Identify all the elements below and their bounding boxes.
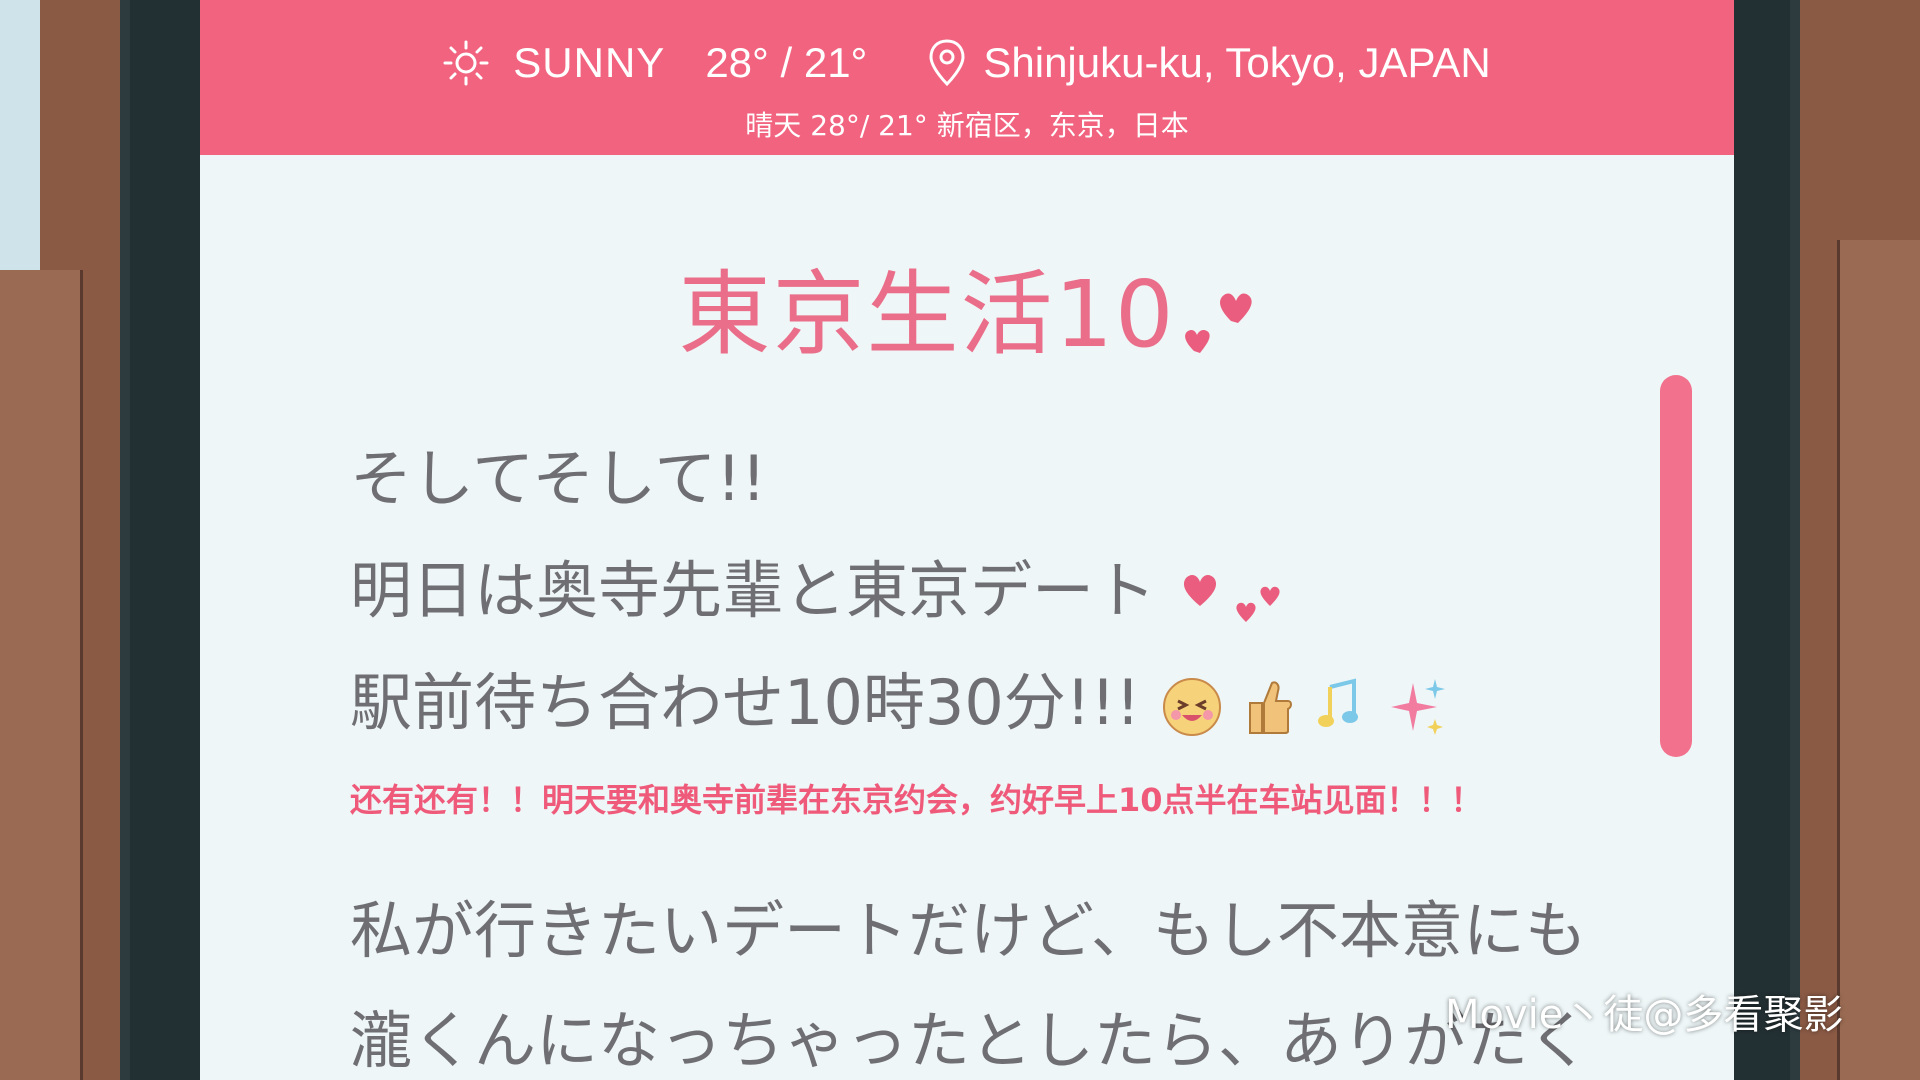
post-title-text: 東京生活10 xyxy=(678,261,1176,368)
post-line-2: 明日は奥寺先輩と東京デート xyxy=(350,540,1286,630)
post-line-3: 駅前待ち合わせ10時30分!!! xyxy=(350,652,1449,742)
post-line-2-text: 明日は奥寺先輩と東京デート xyxy=(350,554,1157,627)
right-hand xyxy=(1837,240,1920,1080)
scene: SUNNY 28° / 21° Shinjuku-ku, Tokyo, JAPA… xyxy=(0,0,1920,1080)
weather-condition: SUNNY xyxy=(513,39,666,86)
music-notes-icon xyxy=(1317,678,1358,727)
post-line-1: そしてそして!! xyxy=(350,442,767,515)
phone-screen[interactable]: SUNNY 28° / 21° Shinjuku-ku, Tokyo, JAPA… xyxy=(200,0,1734,1080)
sun-icon xyxy=(443,40,489,86)
post-line-5: 瀧くんになっちゃったとしたら、ありがたく xyxy=(350,1004,1591,1077)
weather-subtitle: 晴天 28°/ 21° 新宿区，东京，日本 xyxy=(745,109,1189,142)
post-line-4: 私が行きたいデートだけど、もし不本意にも xyxy=(350,894,1587,967)
laughing-face-icon xyxy=(1163,677,1222,736)
weather-temperature: 28° / 21° xyxy=(705,39,868,86)
weather-bar: SUNNY 28° / 21° Shinjuku-ku, Tokyo, JAPA… xyxy=(200,0,1734,155)
scrollbar[interactable] xyxy=(1660,375,1692,757)
thumbs-up-icon xyxy=(1248,681,1292,734)
map-pin-icon xyxy=(929,39,965,87)
weather-location: Shinjuku-ku, Tokyo, JAPAN xyxy=(983,39,1491,86)
post-line-3-text: 駅前待ち合わせ10時30分!!! xyxy=(350,666,1141,739)
weather-row: SUNNY 28° / 21° Shinjuku-ku, Tokyo, JAPA… xyxy=(200,28,1734,98)
credit-watermark: Movie丶徒@多看聚影 xyxy=(1445,992,1844,1038)
hearts-icon xyxy=(1184,293,1252,353)
left-hand xyxy=(0,270,83,1080)
translation-subtitle: 还有还有！！明天要和奥寺前辈在东京约会，约好早上10点半在车站见面！！！ xyxy=(350,781,1483,819)
hearts-icon xyxy=(1183,574,1280,622)
post-title: 東京生活10 xyxy=(200,240,1734,368)
sparkles-icon xyxy=(1391,678,1446,735)
